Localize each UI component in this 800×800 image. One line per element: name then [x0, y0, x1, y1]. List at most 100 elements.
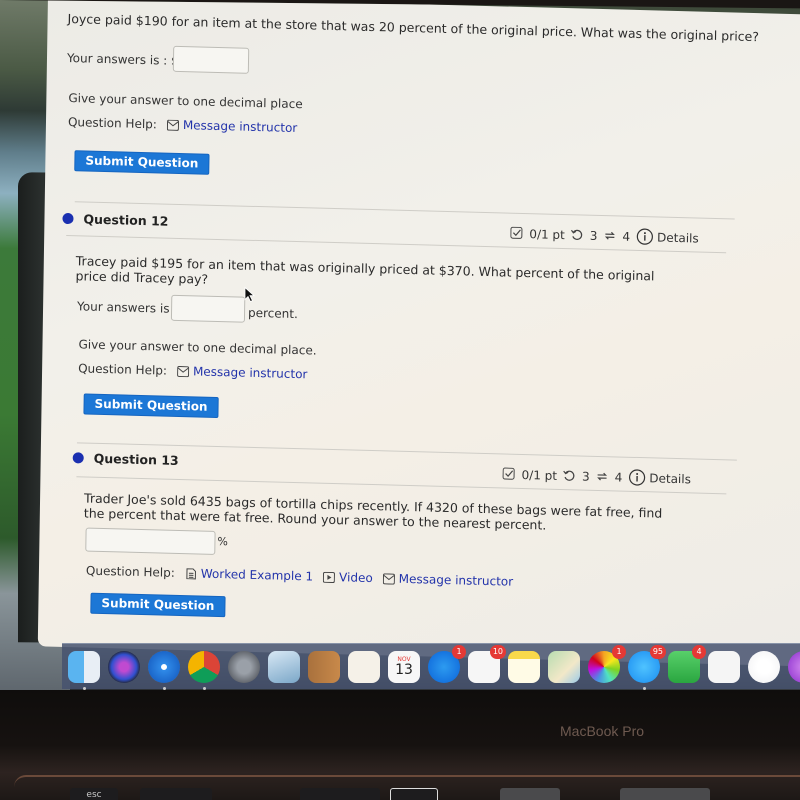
question-11-submit-button[interactable]: Submit Question — [74, 150, 210, 175]
question-12-title: Question 12 — [83, 211, 169, 229]
question-13-answer-input[interactable] — [85, 527, 216, 555]
question-13-help: Question Help: Worked Example 1 Video Me… — [86, 564, 513, 589]
siri-icon — [108, 651, 140, 683]
dock-app-maps[interactable] — [548, 650, 580, 683]
dock-app-safari[interactable] — [148, 650, 180, 690]
dock-app-facetime[interactable]: 4 — [668, 644, 706, 683]
esc-key[interactable]: esc — [70, 788, 118, 800]
video-icon — [323, 571, 336, 583]
dock-app-finder[interactable] — [68, 650, 100, 690]
notification-badge: 4 — [692, 644, 706, 659]
score: 0/1 pt — [529, 226, 565, 242]
envelope-icon — [166, 119, 179, 131]
divider — [74, 201, 735, 220]
message-instructor-link[interactable]: Message instructor — [382, 571, 513, 589]
music-icon — [748, 651, 780, 683]
mouse-cursor-icon — [244, 286, 256, 303]
retries-count: 3 — [589, 228, 598, 243]
question-12-answer-input[interactable] — [170, 294, 246, 323]
screen: Joyce paid $190 for an item at the store… — [0, 0, 800, 699]
touchbar-key[interactable] — [300, 788, 380, 800]
info-icon — [636, 228, 653, 245]
question-11-help: Question Help: Message instructor — [68, 115, 298, 135]
numbers-icon — [708, 651, 740, 683]
dock-app-chrome[interactable] — [188, 650, 220, 690]
touchbar-key[interactable] — [140, 788, 212, 800]
question-11-answer-input[interactable] — [172, 45, 250, 74]
message-instructor-link[interactable]: Message instructor — [176, 364, 308, 381]
dock-app-reminders[interactable]: 10 — [468, 644, 506, 683]
info-icon — [628, 469, 645, 486]
envelope-icon — [176, 365, 190, 377]
dock-app-photos[interactable]: 1 — [588, 644, 626, 683]
dock: NOV131101954tv — [62, 643, 800, 690]
details-button[interactable]: Details — [628, 469, 691, 488]
attempts-count: 4 — [614, 469, 623, 485]
dock-app-contacts[interactable] — [308, 650, 340, 683]
video-link[interactable]: Video — [323, 570, 373, 585]
message-instructor-link[interactable]: Message instructor — [166, 118, 297, 135]
question-13-answer-suffix: % — [217, 535, 229, 549]
dock-app-launchpad[interactable] — [228, 650, 260, 683]
chrome-icon — [188, 651, 220, 683]
laptop-brand-label: MacBook Pro — [560, 723, 645, 739]
question-status-dot — [72, 452, 84, 464]
dock-app-messages[interactable]: 95 — [628, 644, 666, 690]
worked-example-link[interactable]: Worked Example 1 — [185, 566, 313, 584]
dock-app-siri[interactable] — [108, 650, 140, 683]
question-11-text: Joyce paid $190 for an item at the store… — [67, 11, 760, 45]
touchbar-key[interactable] — [500, 788, 560, 800]
safari-icon — [148, 651, 180, 683]
notification-badge: 1 — [452, 644, 466, 659]
pages-icon — [348, 651, 380, 683]
notification-badge: 10 — [489, 644, 506, 659]
dock-app-preview[interactable] — [268, 650, 300, 683]
retry-icon — [571, 229, 583, 240]
envelope-icon — [382, 572, 395, 585]
question-12-meta: 0/1 pt 3 4 Details — [510, 225, 699, 247]
question-12-help: Question Help: Message instructor — [78, 361, 308, 381]
contacts-icon — [308, 651, 340, 683]
question-help-label: Question Help: — [78, 361, 168, 378]
question-help-label: Question Help: — [85, 563, 175, 580]
dock-app-pages[interactable] — [348, 650, 380, 683]
calendar-icon: NOV 13 — [388, 651, 420, 683]
attempts-count: 4 — [622, 229, 631, 244]
question-11-answer-label: Your answers is : $ — [66, 51, 179, 68]
checkbox-icon — [502, 467, 515, 480]
retry-icon — [563, 470, 575, 481]
question-help-label: Question Help: — [67, 115, 157, 132]
dock-app-notes[interactable] — [508, 650, 540, 683]
question-13-title: Question 13 — [93, 450, 179, 468]
score: 0/1 pt — [521, 467, 558, 483]
dock-app-music[interactable] — [748, 650, 780, 683]
question-12-answer-label: Your answers is : — [77, 299, 178, 316]
dock-app-numbers[interactable] — [708, 650, 740, 683]
calendar-day: 13 — [395, 661, 413, 678]
dock-app-app-store[interactable]: 1 — [428, 644, 466, 683]
question-status-dot — [62, 212, 74, 225]
question-12-header: Question 12 — [62, 211, 169, 229]
notes-icon — [508, 651, 540, 683]
question-11-instruction: Give your answer to one decimal place — [68, 91, 303, 112]
details-button[interactable]: Details — [636, 228, 699, 247]
podcasts-icon — [788, 651, 800, 683]
question-13-meta: 0/1 pt 3 4 Details — [502, 465, 691, 487]
dock-app-calendar[interactable]: NOV 13 — [388, 650, 420, 683]
notification-badge: 95 — [649, 644, 666, 659]
notification-badge: 1 — [612, 644, 626, 659]
attempts-icon — [597, 472, 608, 481]
dock-app-podcasts[interactable] — [788, 650, 800, 683]
preview-icon — [268, 651, 300, 683]
attempts-icon — [605, 231, 615, 240]
question-12-answer-suffix: percent. — [247, 305, 298, 322]
question-12-instruction: Give your answer to one decimal place. — [78, 337, 317, 358]
finder-icon — [68, 651, 100, 683]
question-12-submit-button[interactable]: Submit Question — [83, 393, 219, 419]
question-13-submit-button[interactable]: Submit Question — [90, 592, 226, 618]
quiz-page: Joyce paid $190 for an item at the store… — [37, 0, 800, 667]
question-13-header: Question 13 — [72, 450, 179, 468]
touchbar-key[interactable] — [390, 788, 438, 800]
maps-icon — [548, 651, 580, 683]
touchbar-key[interactable] — [620, 788, 710, 800]
